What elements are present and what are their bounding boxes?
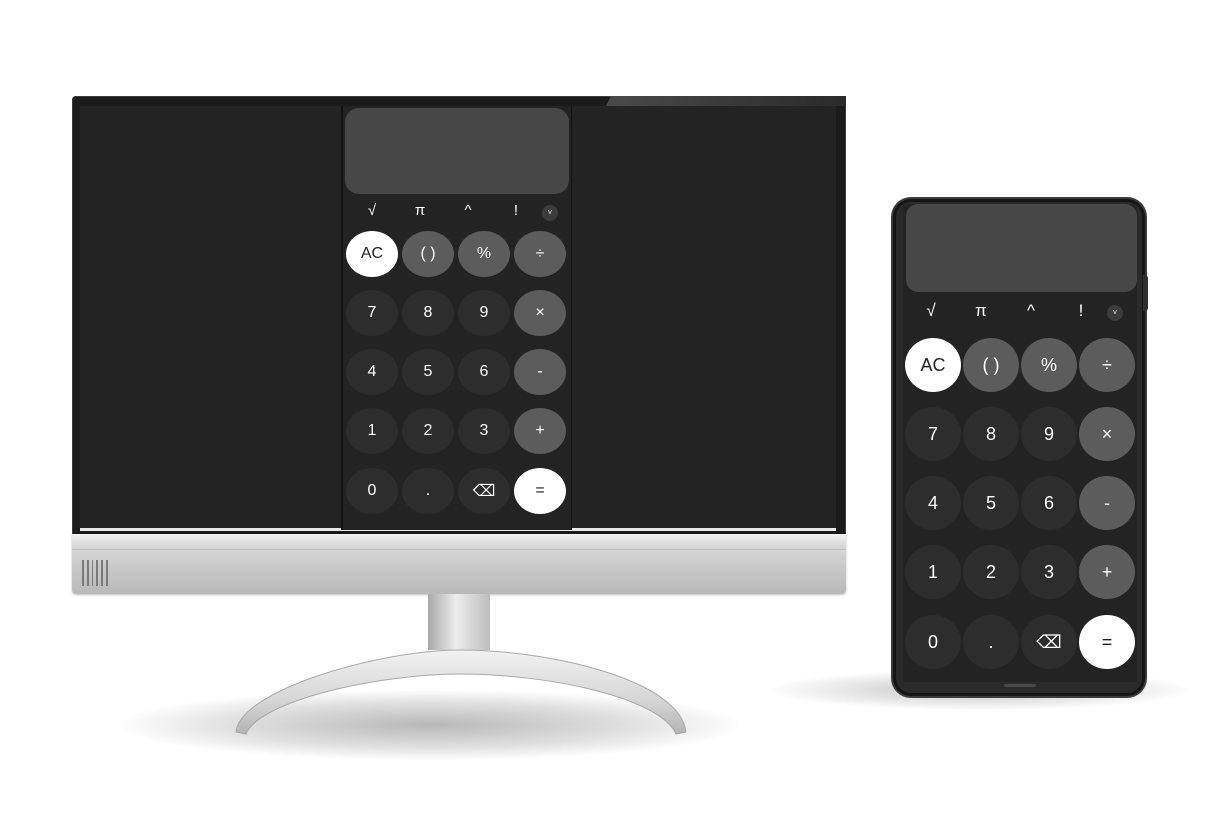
sqrt-button[interactable]: √	[357, 202, 387, 219]
digit-6-button[interactable]: 6	[1021, 476, 1077, 530]
digit-2-button[interactable]: 2	[963, 545, 1019, 599]
chevron-down-icon[interactable]: ˅	[1107, 305, 1123, 321]
subtract-button[interactable]: -	[1079, 476, 1135, 530]
power-button[interactable]: ^	[453, 202, 483, 219]
chevron-down-icon[interactable]: ˅	[542, 205, 558, 221]
factorial-button[interactable]: !	[1066, 301, 1096, 321]
percent-button[interactable]: %	[458, 231, 510, 277]
digit-7-button[interactable]: 7	[905, 407, 961, 461]
desktop-calculator: √ π ^! ˅ AC( )% ÷ 7 8 9 × 4 5 6- 1 2 3 +0. ⌫ =	[343, 106, 571, 530]
add-button[interactable]: +	[514, 408, 566, 454]
monitor-glare	[606, 96, 846, 106]
digit-5-button[interactable]: 5	[402, 349, 454, 395]
digit-9-button[interactable]: 9	[1021, 407, 1077, 461]
clear-button[interactable]: AC	[905, 338, 961, 392]
digit-4-button[interactable]: 4	[346, 349, 398, 395]
monitor-chin-line	[72, 549, 846, 550]
clear-button[interactable]: AC	[346, 231, 398, 277]
monitor-stand-base	[235, 649, 687, 735]
speaker-vent-icon	[82, 560, 108, 586]
pi-button[interactable]: π	[966, 301, 996, 321]
digit-0-button[interactable]: 0	[346, 468, 398, 514]
digit-5-button[interactable]: 5	[963, 476, 1019, 530]
parentheses-button[interactable]: ( )	[963, 338, 1019, 392]
digit-9-button[interactable]: 9	[458, 290, 510, 336]
digit-4-button[interactable]: 4	[905, 476, 961, 530]
phone-home-indicator	[1004, 684, 1036, 687]
equals-button[interactable]: =	[514, 468, 566, 514]
digit-6-button[interactable]: 6	[458, 349, 510, 395]
sqrt-button[interactable]: √	[916, 301, 946, 321]
digit-3-button[interactable]: 3	[458, 408, 510, 454]
pi-button[interactable]: π	[405, 202, 435, 219]
digit-7-button[interactable]: 7	[346, 290, 398, 336]
multiply-button[interactable]: ×	[1079, 407, 1135, 461]
equals-button[interactable]: =	[1079, 615, 1135, 669]
digit-8-button[interactable]: 8	[963, 407, 1019, 461]
subtract-button[interactable]: -	[514, 349, 566, 395]
digit-8-button[interactable]: 8	[402, 290, 454, 336]
digit-1-button[interactable]: 1	[346, 408, 398, 454]
decimal-button[interactable]: .	[402, 468, 454, 514]
calculator-display	[345, 108, 569, 194]
monitor-chin	[72, 534, 846, 594]
multiply-button[interactable]: ×	[514, 290, 566, 336]
digit-2-button[interactable]: 2	[402, 408, 454, 454]
divide-button[interactable]: ÷	[1079, 338, 1135, 392]
digit-1-button[interactable]: 1	[905, 545, 961, 599]
backspace-button[interactable]: ⌫	[458, 468, 510, 514]
backspace-button[interactable]: ⌫	[1021, 615, 1077, 669]
calculator-display	[906, 204, 1137, 292]
mobile-calculator: √ π ^! ˅ AC( )% ÷ 7 8 9 × 4 5 6- 1 2 3 +0. ⌫ =	[903, 204, 1137, 682]
add-button[interactable]: +	[1079, 545, 1135, 599]
phone-side-button	[1143, 275, 1148, 311]
divide-button[interactable]: ÷	[514, 231, 566, 277]
power-button[interactable]: ^	[1016, 301, 1046, 321]
digit-0-button[interactable]: 0	[905, 615, 961, 669]
factorial-button[interactable]: !	[501, 202, 531, 219]
percent-button[interactable]: %	[1021, 338, 1077, 392]
decimal-button[interactable]: .	[963, 615, 1019, 669]
digit-3-button[interactable]: 3	[1021, 545, 1077, 599]
parentheses-button[interactable]: ( )	[402, 231, 454, 277]
